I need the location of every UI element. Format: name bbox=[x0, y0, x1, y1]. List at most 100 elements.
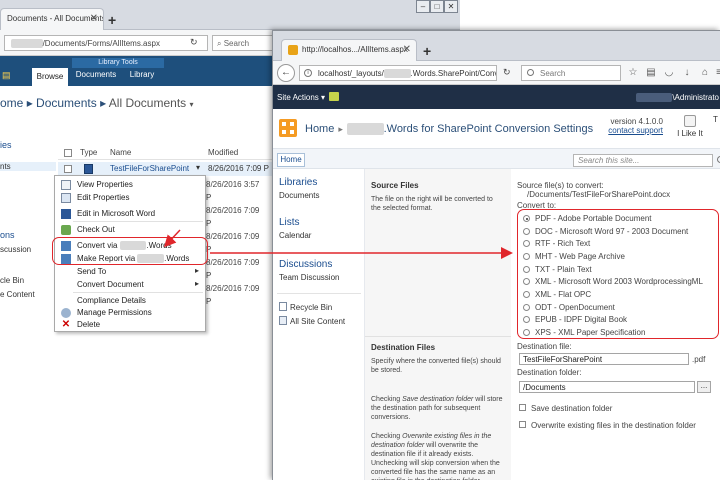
nav-all-site-content[interactable]: All Site Content bbox=[279, 316, 345, 326]
site-actions-menu[interactable]: Site Actions ▾ bbox=[277, 93, 325, 102]
radio-button[interactable] bbox=[523, 253, 530, 260]
user-menu[interactable]: WIN8DEV\Administrato bbox=[635, 93, 719, 102]
nav-libraries[interactable]: Libraries bbox=[279, 177, 317, 188]
nav-libraries[interactable]: ies bbox=[0, 140, 12, 150]
site-search-input[interactable]: Search this site... bbox=[573, 154, 720, 167]
nav-recycle-bin[interactable]: Recycle Bin bbox=[279, 302, 332, 312]
radio-button[interactable] bbox=[523, 329, 530, 336]
navigate-up-icon[interactable] bbox=[329, 92, 339, 101]
ribbon-folder-icon[interactable]: ▤ bbox=[2, 70, 11, 81]
breadcrumb-site[interactable]: ome bbox=[0, 96, 23, 110]
format-radio-doc[interactable]: DOC - Microsoft Word 97 - 2003 Document bbox=[523, 227, 720, 237]
radio-button[interactable] bbox=[523, 266, 530, 273]
radio-button[interactable] bbox=[523, 215, 530, 222]
destination-folder-input[interactable]: /Documents bbox=[519, 381, 695, 393]
tab-browse[interactable]: Browse bbox=[32, 68, 68, 86]
format-radio-epub[interactable]: EPUB - IDPF Digital Book bbox=[523, 315, 720, 325]
row-checkbox[interactable] bbox=[64, 165, 72, 173]
tab-documents[interactable]: Documents bbox=[72, 70, 120, 79]
conversion-settings-form: Source file(s) to convert: /Documents/Te… bbox=[511, 169, 720, 480]
radio-button[interactable] bbox=[523, 228, 530, 235]
close-tab-icon[interactable]: ✕ bbox=[90, 13, 98, 24]
menu-item-view-properties[interactable]: View Properties bbox=[59, 179, 203, 191]
nav-discussions[interactable]: Discussions bbox=[279, 259, 332, 270]
download-icon[interactable]: ↓ bbox=[681, 67, 693, 78]
nav-lists[interactable]: Lists bbox=[279, 217, 300, 228]
pocket-icon[interactable]: ◡ bbox=[663, 67, 675, 78]
menu-item-edit-in-word[interactable]: Edit in Microsoft Word bbox=[59, 208, 203, 220]
radio-button[interactable] bbox=[523, 278, 530, 285]
back-arrow-icon[interactable]: ← bbox=[277, 64, 295, 82]
browser-tab[interactable]: Documents - All Documents ✕ bbox=[0, 8, 104, 30]
new-tab-icon[interactable]: + bbox=[108, 12, 116, 28]
format-radio-xml-flat-opc[interactable]: XML - Flat OPC bbox=[523, 290, 720, 300]
nav-team-discussion[interactable]: scussion bbox=[0, 245, 31, 254]
row-file-name[interactable]: TestFileForSharePoint bbox=[110, 164, 189, 173]
tab-home[interactable]: Home bbox=[277, 153, 305, 167]
nav-documents[interactable]: Documents bbox=[279, 191, 319, 200]
close-tab-icon[interactable]: ✕ bbox=[403, 44, 411, 55]
format-radio-xml-2003[interactable]: XML - Microsoft Word 2003 Wordprocessing… bbox=[523, 277, 720, 287]
nav-recycle-bin[interactable]: cle Bin bbox=[0, 276, 24, 285]
nav-team-discussion[interactable]: Team Discussion bbox=[279, 273, 339, 282]
menu-item-manage-permissions[interactable]: Manage Permissions bbox=[59, 307, 203, 319]
col-modified[interactable]: Modified bbox=[208, 148, 238, 157]
breadcrumb-view[interactable]: All Documents bbox=[109, 96, 186, 110]
reading-list-icon[interactable]: ▤ bbox=[645, 67, 657, 78]
home-icon[interactable]: ⌂ bbox=[699, 67, 711, 78]
menu-item-send-to[interactable]: Send To ▸ bbox=[59, 266, 203, 278]
radio-button[interactable] bbox=[523, 240, 530, 247]
menu-item-convert-via-words[interactable]: Convert via Aspose.Words bbox=[59, 240, 203, 252]
i-like-it-button[interactable]: I Like It bbox=[673, 115, 707, 138]
nav-documents[interactable]: nts bbox=[0, 162, 56, 171]
save-folder-checkbox[interactable] bbox=[519, 404, 526, 411]
bookmark-star-icon[interactable]: ☆ bbox=[627, 67, 639, 78]
breadcrumb-home[interactable]: Home bbox=[305, 123, 334, 135]
format-radio-odt[interactable]: ODT - OpenDocument bbox=[523, 303, 720, 313]
overwrite-checkbox[interactable] bbox=[519, 421, 526, 428]
contact-support-link[interactable]: contact support bbox=[607, 126, 663, 135]
menu-item-edit-properties[interactable]: Edit Properties bbox=[59, 192, 203, 204]
select-all-checkbox[interactable] bbox=[64, 149, 72, 157]
radio-button[interactable] bbox=[523, 304, 530, 311]
refresh-icon[interactable]: ↻ bbox=[503, 67, 511, 78]
format-radio-pdf[interactable]: PDF - Adobe Portable Document bbox=[523, 214, 720, 224]
nav-all-site-content[interactable]: e Content bbox=[0, 290, 35, 299]
close-window-icon[interactable]: ✕ bbox=[444, 0, 458, 13]
menu-item-delete[interactable]: ✕ Delete bbox=[59, 319, 203, 331]
recycle-bin-icon bbox=[279, 302, 287, 311]
label-suffix: .Words bbox=[146, 241, 172, 250]
search-input[interactable]: Search bbox=[521, 65, 621, 81]
nav-discussions[interactable]: ons bbox=[0, 230, 15, 240]
breadcrumb-list[interactable]: Documents bbox=[36, 96, 97, 110]
menu-item-check-out[interactable]: Check Out bbox=[59, 224, 203, 236]
chevron-down-icon[interactable]: ▾ bbox=[190, 100, 194, 109]
menu-icon[interactable]: ≡ bbox=[713, 67, 720, 78]
new-tab-icon[interactable]: + bbox=[423, 43, 431, 59]
url-field[interactable]: i localhost/_layouts/Aspose.Words.ShareP… bbox=[299, 65, 497, 81]
col-name[interactable]: Name bbox=[110, 148, 131, 157]
refresh-icon[interactable]: ↻ bbox=[190, 37, 198, 48]
menu-item-compliance-details[interactable]: Compliance Details bbox=[59, 295, 203, 307]
browser-tab[interactable]: http://localhos.../AllItems.aspx ✕ bbox=[281, 39, 417, 61]
row-menu-chevron-icon[interactable]: ▾ bbox=[196, 163, 200, 172]
nav-calendar[interactable]: Calendar bbox=[279, 231, 311, 240]
destination-file-input[interactable]: TestFileForSharePoint bbox=[519, 353, 689, 365]
site-logo-icon[interactable] bbox=[279, 119, 297, 137]
url-field[interactable]: localhost/Documents/Forms/AllItems.aspx bbox=[4, 35, 208, 51]
tab-library[interactable]: Library bbox=[122, 70, 162, 79]
tags-button[interactable]: T bbox=[713, 115, 718, 124]
format-radio-rtf[interactable]: RTF - Rich Text bbox=[523, 239, 720, 249]
menu-item-convert-document[interactable]: Convert Document ▸ bbox=[59, 279, 203, 291]
radio-button[interactable] bbox=[523, 291, 530, 298]
menu-item-make-report-via-words[interactable]: Make Report via Aspose.Words bbox=[59, 253, 203, 265]
search-input[interactable]: ⌕ Search bbox=[212, 35, 274, 51]
format-radio-txt[interactable]: TXT - Plain Text bbox=[523, 265, 720, 275]
col-type[interactable]: Type bbox=[80, 148, 97, 157]
format-radio-mht[interactable]: MHT - Web Page Archive bbox=[523, 252, 720, 262]
maximize-icon[interactable]: □ bbox=[430, 0, 444, 13]
minimize-icon[interactable]: – bbox=[416, 0, 430, 13]
radio-button[interactable] bbox=[523, 316, 530, 323]
format-radio-xps[interactable]: XPS - XML Paper Specification bbox=[523, 328, 720, 338]
browse-folder-button[interactable]: ... bbox=[697, 381, 711, 393]
